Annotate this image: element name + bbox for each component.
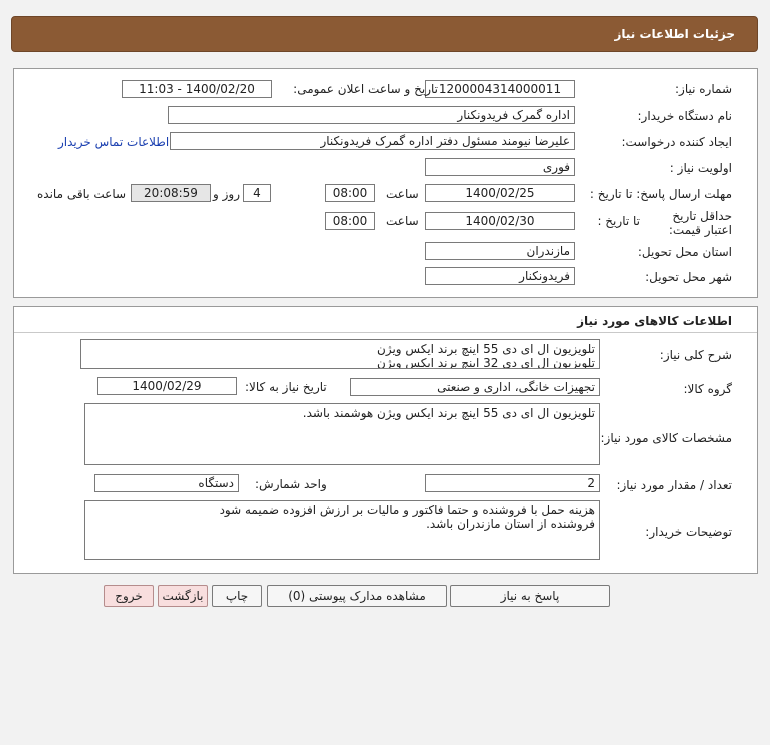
goods-spec-field: تلویزیون ال ای دی 55 اینچ برند ایکس ویژن… xyxy=(84,403,600,465)
deadline-time-label: ساعت xyxy=(386,187,419,201)
need-info-panel xyxy=(13,68,758,298)
goods-section-title: اطلاعات کالاهای مورد نیاز xyxy=(577,314,732,328)
reply-button[interactable]: پاسخ به نیاز xyxy=(450,585,610,607)
need-date-field: 1400/02/29 xyxy=(97,377,237,395)
buyer-notes-label: توضیحات خریدار: xyxy=(645,525,732,539)
buyer-notes-line: فروشنده از استان مازندران باشد. xyxy=(426,517,595,531)
buyer-contact-link[interactable]: اطلاعات تماس خریدار xyxy=(58,135,169,149)
days-label: روز و xyxy=(213,187,240,201)
general-description-line: تلویزیون ال ای دی 32 اینچ برند ایکس ویژن xyxy=(377,356,595,369)
deadline-label: مهلت ارسال پاسخ: تا تاریخ : xyxy=(589,187,732,201)
general-description-line: تلویزیون ال ای دی 55 اینچ برند ایکس ویژن xyxy=(377,342,595,356)
delivery-city-label: شهر محل تحویل: xyxy=(645,270,732,284)
need-number-field: 1200004314000011 xyxy=(425,80,575,98)
goods-spec-label: مشخصات کالای مورد نیاز: xyxy=(600,431,732,445)
goods-group-label: گروه کالا: xyxy=(683,382,733,396)
price-validity-label: حداقل تاریخ اعتبار قیمت: xyxy=(668,209,732,237)
delivery-province-label: استان محل تحویل: xyxy=(637,245,732,259)
goods-group-field: تجهیزات خانگی، اداری و صنعتی xyxy=(350,378,600,396)
page-title: جزئیات اطلاعات نیاز xyxy=(614,27,735,41)
validity-date-field: 1400/02/30 xyxy=(425,212,575,230)
announce-datetime-label: تاریخ و ساعت اعلان عمومی: xyxy=(293,82,438,96)
exit-button[interactable]: خروج xyxy=(104,585,154,607)
need-number-label: شماره نیاز: xyxy=(675,82,732,96)
deadline-date-field: 1400/02/25 xyxy=(425,184,575,202)
view-attachments-button[interactable]: مشاهده مدارک پیوستی (0) xyxy=(267,585,447,607)
print-button[interactable]: چاپ xyxy=(212,585,262,607)
page-header: جزئیات اطلاعات نیاز xyxy=(11,16,758,52)
creator-field: علیرضا نیومند مسئول دفتر اداره گمرک فرید… xyxy=(170,132,575,150)
announce-datetime-field: 1400/02/20 - 11:03 xyxy=(122,80,272,98)
quantity-field: 2 xyxy=(425,474,600,492)
priority-field: فوری xyxy=(425,158,575,176)
priority-label: اولویت نیاز : xyxy=(669,161,732,175)
goods-section-divider xyxy=(14,332,757,333)
time-remaining-label: ساعت باقی مانده xyxy=(37,187,127,201)
deadline-time-field: 08:00 xyxy=(325,184,375,202)
buyer-notes-field: هزینه حمل با فروشنده و حتما فاکتور و مال… xyxy=(84,500,600,560)
delivery-province-field: مازندران xyxy=(425,242,575,260)
quantity-label: تعداد / مقدار مورد نیاز: xyxy=(616,478,732,492)
buyer-org-field: اداره گمرک فریدونکنار xyxy=(168,106,575,124)
creator-label: ایجاد کننده درخواست: xyxy=(621,135,732,149)
back-button[interactable]: بازگشت xyxy=(158,585,208,607)
need-date-label: تاریخ نیاز به کالا: xyxy=(245,380,327,394)
days-remaining-field: 4 xyxy=(243,184,271,202)
time-remaining-field: 20:08:59 xyxy=(131,184,211,202)
buyer-notes-line: هزینه حمل با فروشنده و حتما فاکتور و مال… xyxy=(219,503,595,517)
delivery-city-field: فریدونکنار xyxy=(425,267,575,285)
validity-to-date-label: تا تاریخ : xyxy=(597,214,640,228)
general-description-field: تلویزیون ال ای دی 55 اینچ برند ایکس ویژن… xyxy=(80,339,600,369)
unit-field: دستگاه xyxy=(94,474,239,492)
general-description-label: شرح کلی نیاز: xyxy=(659,348,732,362)
validity-time-field: 08:00 xyxy=(325,212,375,230)
buyer-org-label: نام دستگاه خریدار: xyxy=(637,109,733,123)
validity-time-label: ساعت xyxy=(386,214,419,228)
unit-label: واحد شمارش: xyxy=(255,477,327,491)
